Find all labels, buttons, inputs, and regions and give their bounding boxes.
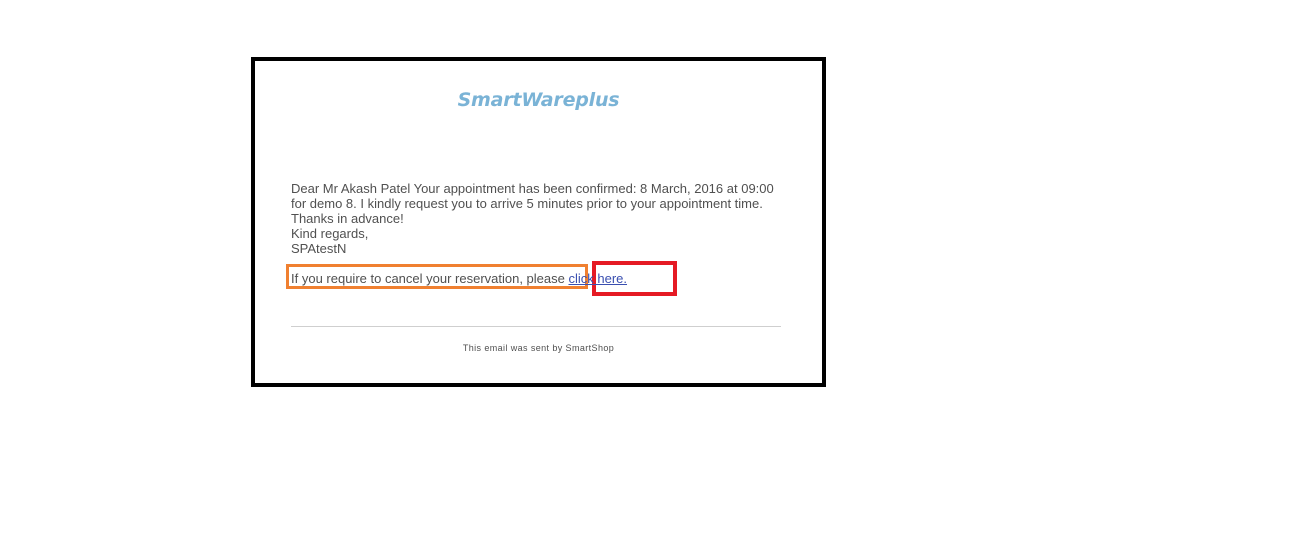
brand-logo: SmartWareplus: [457, 89, 620, 111]
email-frame: SmartWareplus Dear Mr Akash Patel Your a…: [251, 57, 826, 387]
message-closing: Kind regards,: [291, 226, 369, 241]
cancel-reservation-line: If you require to cancel your reservatio…: [291, 271, 627, 286]
message-signature: SPAtestN: [291, 241, 347, 256]
footer-divider: [291, 326, 781, 327]
cancel-reservation-text: If you require to cancel your reservatio…: [291, 271, 569, 286]
message-body: Dear Mr Akash Patel Your appointment has…: [291, 181, 774, 226]
email-footer: This email was sent by SmartShop: [462, 343, 615, 353]
cancel-reservation-link[interactable]: click here.: [568, 271, 627, 286]
page: SmartWareplus Dear Mr Akash Patel Your a…: [0, 0, 1309, 551]
email-message: Dear Mr Akash Patel Your appointment has…: [291, 181, 791, 256]
